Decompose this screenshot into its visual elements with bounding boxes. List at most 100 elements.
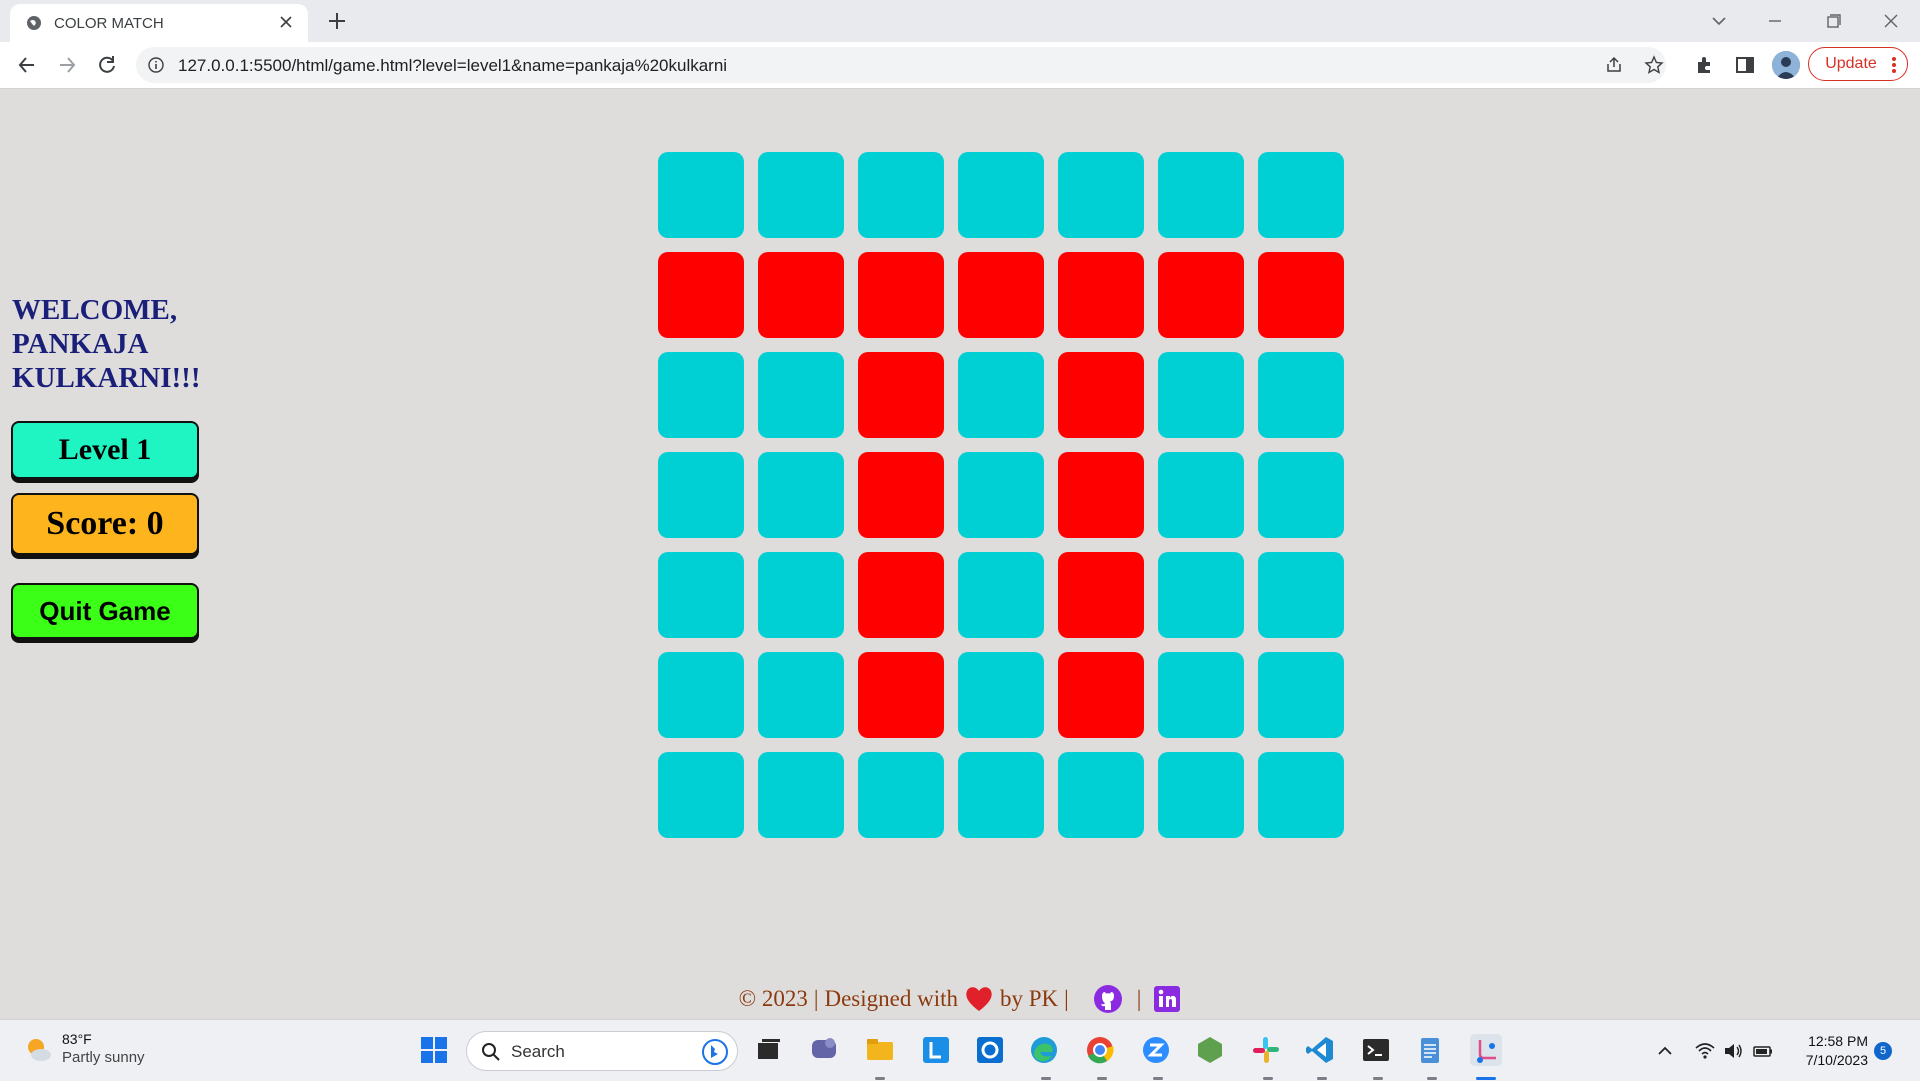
tab-search-icon[interactable]	[1706, 8, 1732, 34]
notepad-icon[interactable]	[1414, 1034, 1446, 1066]
by-author-text: by PK	[999, 986, 1059, 1011]
cortana-app-icon[interactable]	[974, 1034, 1006, 1066]
task-view-icon[interactable]	[752, 1034, 784, 1066]
board-tile[interactable]	[1158, 252, 1244, 338]
slack-icon[interactable]	[1250, 1034, 1282, 1066]
profile-avatar[interactable]	[1772, 51, 1800, 79]
file-explorer-icon[interactable]	[864, 1034, 896, 1066]
board-tile[interactable]	[858, 152, 944, 238]
windows-start-icon[interactable]	[418, 1034, 450, 1066]
zoom-app-icon[interactable]	[1140, 1034, 1172, 1066]
board-tile[interactable]	[758, 652, 844, 738]
browser-tab[interactable]: COLOR MATCH	[10, 4, 308, 42]
board-tile[interactable]	[958, 652, 1044, 738]
board-tile[interactable]	[1258, 352, 1344, 438]
update-button[interactable]: Update	[1808, 47, 1908, 81]
vscode-icon[interactable]	[1304, 1034, 1336, 1066]
restore-icon[interactable]	[1820, 8, 1846, 34]
volume-icon[interactable]	[1722, 1040, 1744, 1062]
board-tile[interactable]	[658, 552, 744, 638]
reload-icon[interactable]	[94, 52, 120, 78]
board-tile[interactable]	[1058, 652, 1144, 738]
board-tile[interactable]	[1258, 652, 1344, 738]
board-tile[interactable]	[658, 252, 744, 338]
weather-widget[interactable]: 83°F Partly sunny	[22, 1030, 145, 1068]
board-tile[interactable]	[1158, 152, 1244, 238]
notification-badge[interactable]: 5	[1874, 1042, 1892, 1060]
terminal-icon[interactable]	[1360, 1034, 1392, 1066]
board-tile[interactable]	[1058, 552, 1144, 638]
board-tile[interactable]	[958, 452, 1044, 538]
quit-game-button[interactable]: Quit Game	[11, 583, 199, 639]
board-tile[interactable]	[858, 752, 944, 838]
extensions-icon[interactable]	[1694, 54, 1716, 76]
board-tile[interactable]	[1058, 452, 1144, 538]
board-tile[interactable]	[1058, 352, 1144, 438]
board-tile[interactable]	[858, 252, 944, 338]
linkedin-icon[interactable]	[1153, 985, 1181, 1013]
share-icon[interactable]	[1604, 55, 1624, 75]
bing-icon[interactable]	[701, 1038, 729, 1066]
level-button[interactable]: Level 1	[11, 421, 199, 479]
chrome-browser-icon[interactable]	[1084, 1034, 1116, 1066]
weather-description: Partly sunny	[62, 1049, 145, 1066]
board-tile[interactable]	[1058, 752, 1144, 838]
board-tile[interactable]	[758, 152, 844, 238]
board-tile[interactable]	[1158, 752, 1244, 838]
board-tile[interactable]	[758, 352, 844, 438]
board-tile[interactable]	[958, 752, 1044, 838]
forward-icon[interactable]	[54, 52, 80, 78]
taskbar-clock[interactable]: 12:58 PM 7/10/2023	[1792, 1032, 1868, 1070]
wifi-icon[interactable]	[1694, 1040, 1716, 1062]
new-tab-icon[interactable]	[326, 10, 348, 32]
close-window-icon[interactable]	[1878, 8, 1904, 34]
url-text[interactable]: 127.0.0.1:5500/html/game.html?level=leve…	[178, 56, 727, 76]
battery-icon[interactable]	[1752, 1040, 1774, 1062]
close-tab-icon[interactable]	[278, 14, 294, 30]
board-tile[interactable]	[658, 652, 744, 738]
snipping-tool-icon[interactable]	[1470, 1034, 1502, 1066]
board-tile[interactable]	[658, 152, 744, 238]
bookmark-star-icon[interactable]	[1644, 55, 1664, 75]
board-tile[interactable]	[658, 452, 744, 538]
board-tile[interactable]	[658, 352, 744, 438]
board-tile[interactable]	[858, 652, 944, 738]
nodejs-icon[interactable]	[1194, 1034, 1226, 1066]
board-tile[interactable]	[1158, 452, 1244, 538]
board-tile[interactable]	[858, 452, 944, 538]
board-tile[interactable]	[1158, 652, 1244, 738]
board-tile[interactable]	[1058, 252, 1144, 338]
board-tile[interactable]	[758, 552, 844, 638]
back-icon[interactable]	[14, 52, 40, 78]
board-tile[interactable]	[958, 152, 1044, 238]
chevron-up-icon[interactable]	[1654, 1040, 1676, 1062]
partly-sunny-icon	[28, 1039, 51, 1061]
minimize-icon[interactable]	[1762, 8, 1788, 34]
board-tile[interactable]	[758, 252, 844, 338]
side-panel-icon[interactable]	[1734, 54, 1756, 76]
edge-browser-icon[interactable]	[1028, 1034, 1060, 1066]
board-tile[interactable]	[1258, 252, 1344, 338]
board-tile[interactable]	[958, 252, 1044, 338]
board-tile[interactable]	[658, 752, 744, 838]
board-tile[interactable]	[1258, 552, 1344, 638]
designed-with-text: Designed with	[824, 986, 958, 1011]
board-tile[interactable]	[1158, 352, 1244, 438]
board-tile[interactable]	[1158, 552, 1244, 638]
board-tile[interactable]	[1258, 152, 1344, 238]
board-tile[interactable]	[1258, 752, 1344, 838]
site-info-icon[interactable]	[148, 57, 164, 73]
taskbar-search[interactable]: Search	[466, 1031, 738, 1071]
board-tile[interactable]	[858, 552, 944, 638]
teams-chat-icon[interactable]	[808, 1034, 840, 1066]
lens-app-icon[interactable]	[920, 1034, 952, 1066]
github-icon[interactable]	[1093, 984, 1123, 1014]
board-tile[interactable]	[1258, 452, 1344, 538]
board-tile[interactable]	[858, 352, 944, 438]
board-tile[interactable]	[758, 452, 844, 538]
board-tile[interactable]	[758, 752, 844, 838]
board-tile[interactable]	[1058, 152, 1144, 238]
board-tile[interactable]	[958, 552, 1044, 638]
address-bar[interactable]: 127.0.0.1:5500/html/game.html?level=leve…	[136, 47, 1666, 83]
board-tile[interactable]	[958, 352, 1044, 438]
